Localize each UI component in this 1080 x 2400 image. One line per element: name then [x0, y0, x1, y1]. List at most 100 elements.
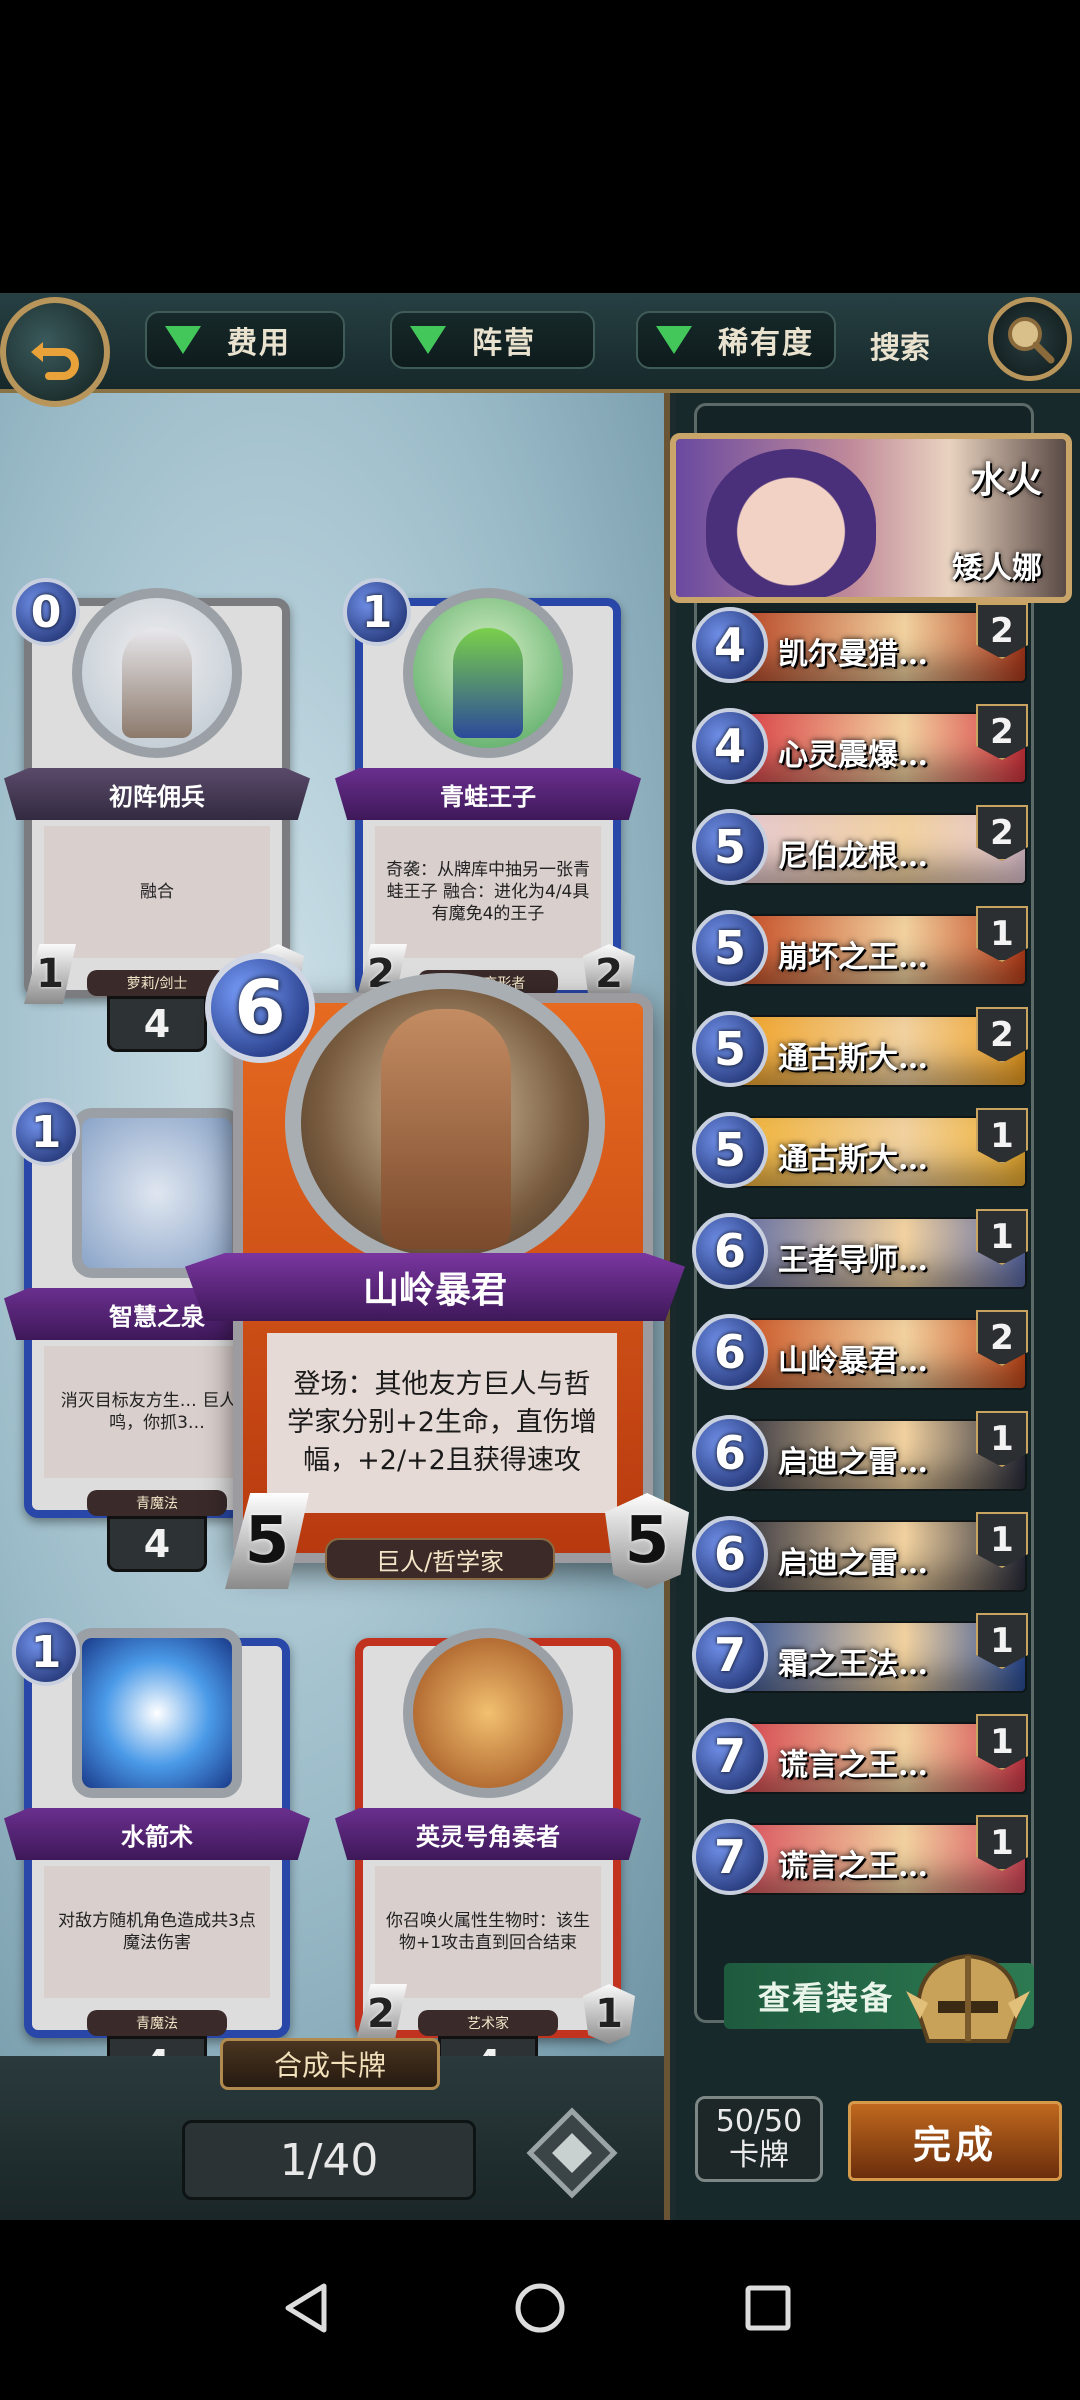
- card-art: [72, 588, 242, 758]
- deck-card-cost: 6: [692, 1415, 768, 1491]
- deck-card-cost: 4: [692, 708, 768, 784]
- deck-card-name: 王者导师…: [778, 1243, 928, 1278]
- deck-card-cost: 6: [692, 1213, 768, 1289]
- deck-card-row[interactable]: 5 通古斯大… 1: [692, 1108, 1032, 1194]
- deck-card-row[interactable]: 6 启迪之雷… 1: [692, 1411, 1032, 1497]
- cost-filter-label: 费用: [227, 326, 291, 361]
- rarity-filter-button[interactable]: 稀有度: [636, 311, 836, 369]
- deck-card-row[interactable]: 5 尼伯龙根… 2: [692, 805, 1032, 891]
- back-arrow-icon: [31, 342, 79, 380]
- collection-card[interactable]: 1 青蛙王子 奇袭：从牌库中抽另一张青蛙王子 融合：进化为4/4具有魔免4的王子…: [335, 578, 641, 1052]
- deck-card-name: 霜之王法…: [778, 1647, 928, 1682]
- deck-card-name: 尼伯龙根…: [778, 839, 928, 874]
- deck-card-row[interactable]: 7 霜之王法… 1: [692, 1613, 1032, 1699]
- collection-card[interactable]: 0 初阵佣兵 融合 萝莉/剑士 1 1 4: [4, 578, 310, 1052]
- deck-card-row[interactable]: 5 崩坏之王… 1: [692, 906, 1032, 992]
- leader-element: 水火: [969, 459, 1042, 501]
- search-label[interactable]: 搜索: [870, 323, 930, 367]
- page-indicator: 1/40: [182, 2120, 476, 2200]
- preview-tribe: 巨人/哲学家: [325, 1538, 555, 1580]
- deck-card-name: 启迪之雷…: [778, 1445, 928, 1480]
- card-figure: [453, 628, 523, 738]
- deck-card-name: 通古斯大…: [778, 1142, 928, 1177]
- deck-card-name: 启迪之雷…: [778, 1546, 928, 1581]
- card-cost: 1: [12, 1618, 80, 1686]
- collection-card[interactable]: 英灵号角奏者 你召唤火属性生物时：该生物+1攻击直到回合结束 艺术家 2 1 4: [335, 1618, 641, 2056]
- deck-card-name: 山岭暴君…: [778, 1344, 928, 1379]
- card-health: 1: [583, 1984, 635, 2044]
- magnifier-icon: [1008, 317, 1055, 364]
- preview-text: 登场：其他友方巨人与哲学家分别+2生命，直伤增幅，+2/+2且获得速攻: [267, 1333, 617, 1513]
- nav-back-button[interactable]: [268, 2268, 348, 2348]
- nav-home-button[interactable]: [500, 2268, 580, 2348]
- deck-card-row[interactable]: 6 王者导师… 1: [692, 1209, 1032, 1295]
- system-navigation-bar: [0, 2220, 1080, 2400]
- card-cost: 1: [343, 578, 411, 646]
- deck-card-row[interactable]: 5 通古斯大… 2: [692, 1007, 1032, 1093]
- game-screen: 费用 阵营 稀有度 搜索 0 初阵佣兵 融合 萝莉/剑士 1 1: [0, 293, 1080, 2220]
- card-tribe: 青魔法: [87, 2010, 227, 2036]
- card-name: 初阵佣兵: [4, 768, 310, 820]
- deck-card-cost: 5: [692, 809, 768, 885]
- square-recents-icon: [745, 2285, 791, 2331]
- deck-card-row[interactable]: 4 心灵震爆… 2: [692, 704, 1032, 790]
- deck-card-cost: 7: [692, 1617, 768, 1693]
- helmet-icon: [906, 1953, 1030, 2043]
- card-count: 4: [438, 2036, 538, 2056]
- card-count: 4: [107, 1516, 207, 1572]
- circle-home-icon: [515, 2283, 565, 2333]
- card-text: 你召唤火属性生物时：该生物+1攻击直到回合结束: [375, 1866, 601, 1998]
- card-cost: 1: [12, 1098, 80, 1166]
- deck-card-row[interactable]: 6 山岭暴君… 2: [692, 1310, 1032, 1396]
- deck-card-cost: 4: [692, 607, 768, 683]
- card-count: 4: [107, 2036, 207, 2056]
- card-figure: [122, 628, 192, 738]
- deck-card-cost: 5: [692, 1011, 768, 1087]
- dropdown-triangle-icon: [410, 326, 446, 354]
- deck-card-name: 通古斯大…: [778, 1041, 928, 1076]
- card-count: 4: [107, 996, 207, 1052]
- card-art: [403, 1628, 573, 1798]
- deck-card-row[interactable]: 7 谎言之王… 1: [692, 1714, 1032, 1800]
- triangle-back-icon: [285, 2283, 327, 2333]
- card-text: 对敌方随机角色造成共3点魔法伤害: [44, 1866, 270, 1998]
- search-button[interactable]: [988, 297, 1072, 381]
- deck-card-cost: 7: [692, 1718, 768, 1794]
- deck-card-row[interactable]: 7 谎言之王… 1: [692, 1815, 1032, 1901]
- deck-card-row[interactable]: 6 启迪之雷… 1: [692, 1512, 1032, 1598]
- deck-card-name: 谎言之王…: [778, 1849, 928, 1884]
- next-page-button[interactable]: [520, 2101, 624, 2205]
- craft-card-button[interactable]: 合成卡牌: [220, 2038, 440, 2090]
- card-preview[interactable]: 6 山岭暴君 登场：其他友方巨人与哲学家分别+2生命，直伤增幅，+2/+2且获得…: [185, 953, 689, 1593]
- dropdown-triangle-icon: [656, 326, 692, 354]
- deck-card-name: 心灵震爆…: [778, 738, 928, 773]
- preview-figure: [381, 1009, 511, 1249]
- deck-card-cost: 6: [692, 1314, 768, 1390]
- preview-health: 5: [605, 1493, 689, 1589]
- deck-card-count: 50/50 卡牌: [695, 2096, 823, 2182]
- deck-card-name: 谎言之王…: [778, 1748, 928, 1783]
- leader-portrait: [706, 449, 876, 597]
- cost-filter-button[interactable]: 费用: [145, 311, 345, 369]
- preview-art: [285, 973, 605, 1273]
- card-tribe: 艺术家: [418, 2010, 558, 2036]
- leader-banner[interactable]: 水火 矮人娜: [670, 433, 1072, 603]
- card-name: 英灵号角奏者: [335, 1808, 641, 1860]
- nav-recents-button[interactable]: [728, 2268, 808, 2348]
- deck-card-cost: 5: [692, 1112, 768, 1188]
- card-name: 青蛙王子: [335, 768, 641, 820]
- deck-card-cost: 6: [692, 1516, 768, 1592]
- preview-name: 山岭暴君: [185, 1253, 685, 1321]
- deck-card-row[interactable]: 4 凯尔曼猎… 2: [692, 603, 1032, 689]
- deck-card-name: 凯尔曼猎…: [778, 637, 928, 672]
- faction-filter-button[interactable]: 阵营: [390, 311, 595, 369]
- deck-count-value: 50/50: [715, 2104, 803, 2139]
- card-art: [403, 588, 573, 758]
- collection-card[interactable]: 1 水箭术 对敌方随机角色造成共3点魔法伤害 青魔法 4: [4, 1618, 310, 2056]
- card-cost: 0: [12, 578, 80, 646]
- top-bar: 费用 阵营 稀有度 搜索: [0, 293, 1080, 407]
- done-button[interactable]: 完成: [848, 2101, 1062, 2181]
- faction-filter-label: 阵营: [472, 326, 536, 361]
- back-button[interactable]: [0, 297, 110, 407]
- card-name: 水箭术: [4, 1808, 310, 1860]
